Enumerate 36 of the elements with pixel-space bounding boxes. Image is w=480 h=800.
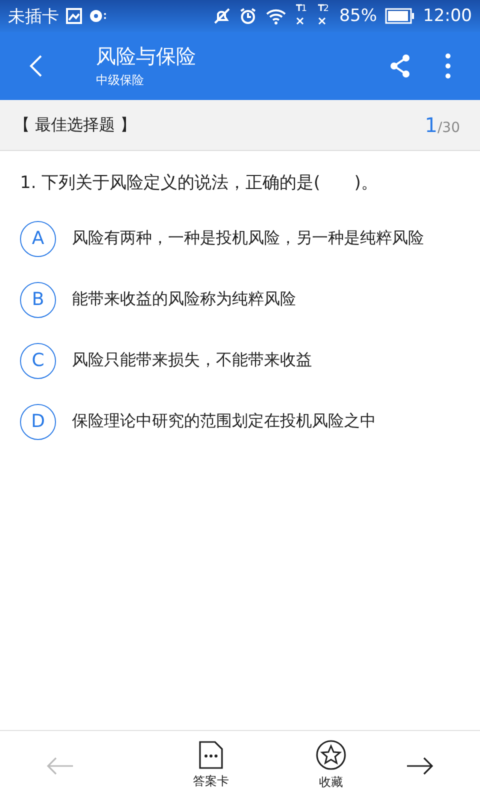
share-icon <box>389 54 411 78</box>
sim-label: 2 <box>323 4 329 14</box>
mute-icon <box>213 7 232 25</box>
disc-icon <box>89 9 107 23</box>
answer-option[interactable]: C 风险只能带来损失，不能带来收益 <box>0 330 480 391</box>
answer-option[interactable]: B 能带来收益的风险称为纯粹风险 <box>0 269 480 330</box>
option-text: 风险只能带来损失，不能带来收益 <box>72 350 312 371</box>
option-text: 能带来收益的风险称为纯粹风险 <box>72 289 296 310</box>
screen-subtitle: 中级保险 <box>96 72 145 89</box>
option-letter: A <box>20 220 56 256</box>
total-questions: /30 <box>437 120 460 136</box>
screen-title: 风险与保险 <box>96 43 196 70</box>
wifi-icon <box>265 7 288 25</box>
option-text: 保险理论中研究的范围划定在投机风险之中 <box>72 411 376 432</box>
answer-card-button[interactable]: 答案卡 <box>176 736 246 796</box>
answer-option[interactable]: A 风险有两种，一种是投机风险，另一种是纯粹风险 <box>0 208 480 269</box>
option-letter: D <box>20 404 56 440</box>
alarm-icon <box>239 7 258 25</box>
battery-percent: 85% <box>339 6 377 26</box>
question-type: 【 最佳选择题 】 <box>14 114 136 136</box>
image-icon <box>66 8 82 24</box>
sim-label: 1 <box>301 4 307 14</box>
answer-option[interactable]: D 保险理论中研究的范围划定在投机风险之中 <box>0 391 480 452</box>
favorite-button[interactable]: 收藏 <box>296 736 366 796</box>
carrier-text: 未插卡 <box>8 6 59 28</box>
clock-time: 12:00 <box>423 6 472 26</box>
document-icon <box>198 741 224 769</box>
battery-icon <box>385 8 415 24</box>
more-icon <box>445 53 451 79</box>
option-letter: B <box>20 282 56 318</box>
option-text: 风险有两种，一种是投机风险，另一种是纯粹风险 <box>72 228 424 249</box>
left-arrow-icon <box>46 756 74 776</box>
right-arrow-icon <box>406 756 434 776</box>
question-text: 1. 下列关于风险定义的说法，正确的是( )。 <box>19 172 379 195</box>
current-question-number: 1 <box>424 113 438 137</box>
option-letter: C <box>20 342 56 378</box>
